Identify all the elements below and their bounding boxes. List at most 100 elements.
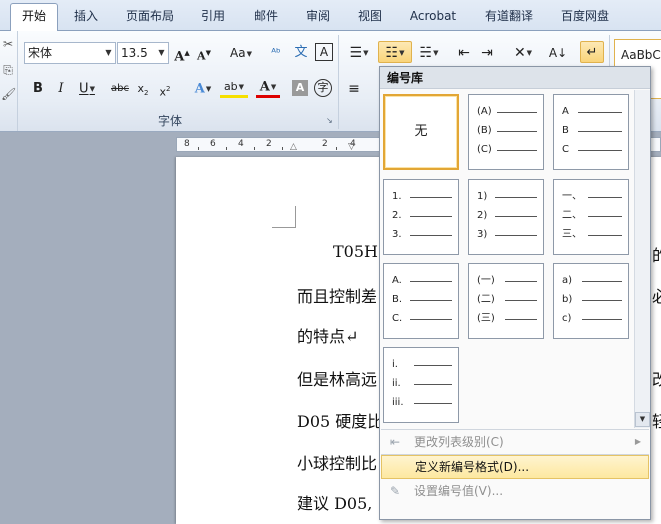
format-painter-icon[interactable]: 🖌 <box>1 87 16 101</box>
ruler-tick <box>282 147 283 150</box>
copy-icon[interactable]: ⎘ <box>1 63 15 77</box>
list-item: B. <box>392 293 452 307</box>
ruler-tick <box>336 147 337 150</box>
ruler-number: 2 <box>266 139 272 149</box>
numbering-option-upper-alpha[interactable]: A B C <box>553 94 629 170</box>
multilevel-list-button[interactable]: ☵▼ <box>415 42 443 64</box>
list-item: b) <box>562 293 622 307</box>
list-item: iii. <box>392 396 452 410</box>
list-item: A. <box>392 274 452 288</box>
ruler-number: 8 <box>184 139 190 149</box>
shrink-font-button[interactable]: A▼ <box>195 42 213 64</box>
doc-line-1-tail: 的 <box>652 246 661 265</box>
doc-line-5-tail: 轻 <box>652 412 661 431</box>
list-item: 三、 <box>562 228 622 242</box>
numbering-option-lower-alpha-paren[interactable]: a) b) c) <box>553 263 629 339</box>
sort-icon[interactable]: A↓ <box>548 42 568 64</box>
font-dialog-launcher-icon[interactable]: ↘ <box>326 116 335 125</box>
highlight-color-button[interactable]: ab▼ <box>220 78 248 98</box>
list-item: 一、 <box>562 190 622 204</box>
superscript-button[interactable]: x2 <box>157 78 173 100</box>
ruler-tick <box>226 147 227 150</box>
margin-corner-mark <box>272 206 296 228</box>
first-line-indent-icon[interactable]: ▽ <box>348 142 358 152</box>
phonetic-guide-icon[interactable]: 文 <box>290 42 312 64</box>
doc-line-5: D05 硬度比 <box>297 412 384 431</box>
indent-marker-icon[interactable]: △ <box>290 142 300 152</box>
strikethrough-button[interactable]: abc <box>109 78 131 100</box>
cut-icon[interactable]: ✂ <box>1 37 15 51</box>
change-case-button[interactable]: Aa▼ <box>227 42 255 64</box>
set-numbering-value-item: ✎ 设置编号值(V)... <box>381 479 649 503</box>
align-left-icon[interactable]: ≡ <box>345 78 363 100</box>
grow-font-button[interactable]: A▲ <box>173 42 191 64</box>
numbering-button[interactable]: ☷▼ <box>378 41 412 63</box>
list-item: (A) <box>477 105 537 119</box>
tab-mailings[interactable]: 邮件 <box>246 6 286 31</box>
tab-youdao-translate[interactable]: 有道翻译 <box>476 6 542 31</box>
font-size-value: 13.5 <box>121 46 148 60</box>
font-name-combo[interactable]: 宋体 ▼ <box>24 42 116 64</box>
bold-button[interactable]: B <box>30 78 46 100</box>
ruler-tick <box>254 147 255 150</box>
numbering-option-none[interactable]: 无 <box>383 94 459 170</box>
clear-format-icon[interactable]: ᴬᵇ <box>266 42 286 64</box>
chinese-layout-icon[interactable]: ✕▼ <box>508 42 538 64</box>
font-color-button[interactable]: A▼ <box>256 78 280 98</box>
show-paragraph-marks-icon[interactable]: ↵ <box>580 41 604 63</box>
chevron-down-icon[interactable]: ▼ <box>102 43 115 63</box>
doc-line-6: 小球控制比 <box>297 454 378 473</box>
font-size-combo[interactable]: 13.5 ▼ <box>117 42 169 64</box>
list-level-icon: ⇤ <box>389 435 401 449</box>
character-shading-button[interactable]: A <box>292 80 308 96</box>
increase-indent-icon[interactable]: ⇥ <box>478 42 496 64</box>
underline-button[interactable]: U▼ <box>76 78 98 100</box>
tab-insert[interactable]: 插入 <box>65 6 107 31</box>
tab-view[interactable]: 视图 <box>350 6 390 31</box>
ribbon-tabs: 开始 插入 页面布局 引用 邮件 审阅 视图 Acrobat 有道翻译 百度网盘 <box>0 0 661 31</box>
tab-home[interactable]: 开始 <box>10 3 58 31</box>
chevron-down-icon[interactable]: ▼ <box>155 43 168 63</box>
define-new-number-format-label: 定义新编号格式(D)... <box>415 460 530 474</box>
list-item: B <box>562 124 622 138</box>
numbering-option-decimal-paren[interactable]: 1) 2) 3) <box>468 179 544 255</box>
list-item: 1) <box>477 190 537 204</box>
list-item: i. <box>392 358 452 372</box>
list-item: (三) <box>477 312 537 326</box>
tab-page-layout[interactable]: 页面布局 <box>117 6 183 31</box>
tab-acrobat[interactable]: Acrobat <box>402 6 464 31</box>
bullets-button[interactable]: ☰▼ <box>345 42 373 64</box>
numbering-option-paren-upper-alpha[interactable]: (A) (B) (C) <box>468 94 544 170</box>
list-item: a) <box>562 274 622 288</box>
numbering-option-decimal-dot[interactable]: 1. 2. 3. <box>383 179 459 255</box>
tab-baidu-netdisk[interactable]: 百度网盘 <box>552 6 618 31</box>
list-item: ii. <box>392 377 452 391</box>
ruler-number: 4 <box>238 139 244 149</box>
numbering-library-dropdown: 编号库 无 (A) (B) (C) A B C 1. 2. 3. 1) 2) 3… <box>379 66 651 520</box>
numbering-option-upper-alpha-dot[interactable]: A. B. C. <box>383 263 459 339</box>
doc-line-2: 而且控制差 <box>297 287 378 306</box>
tab-review[interactable]: 审阅 <box>298 6 338 31</box>
list-item: 3) <box>477 228 537 242</box>
list-item: C. <box>392 312 452 326</box>
list-item: 1. <box>392 190 452 204</box>
decrease-indent-icon[interactable]: ⇤ <box>455 42 473 64</box>
italic-button[interactable]: I <box>53 78 69 100</box>
numbering-library-title: 编号库 <box>380 67 650 89</box>
submenu-arrow-icon: ▶ <box>634 437 641 446</box>
define-new-number-format-item[interactable]: 定义新编号格式(D)... <box>381 455 649 479</box>
numbering-option-lower-roman[interactable]: i. ii. iii. <box>383 347 459 423</box>
character-border-button[interactable]: A <box>315 43 333 61</box>
gallery-scrollbar[interactable]: ▼ <box>634 90 650 428</box>
list-item: 3. <box>392 228 452 242</box>
numbering-option-chinese[interactable]: 一、 二、 三、 <box>553 179 629 255</box>
none-label: 无 <box>414 124 428 139</box>
subscript-button[interactable]: x2 <box>135 78 151 100</box>
text-effects-button[interactable]: A▼ <box>190 78 216 100</box>
change-list-level-item: ⇤ 更改列表级别(C) ▶ <box>381 430 649 454</box>
scroll-down-icon[interactable]: ▼ <box>635 412 650 427</box>
numbering-option-chinese-paren[interactable]: (一) (二) (三) <box>468 263 544 339</box>
list-item: (C) <box>477 143 537 157</box>
tab-references[interactable]: 引用 <box>193 6 233 31</box>
enclose-character-button[interactable]: 字 <box>314 79 332 97</box>
